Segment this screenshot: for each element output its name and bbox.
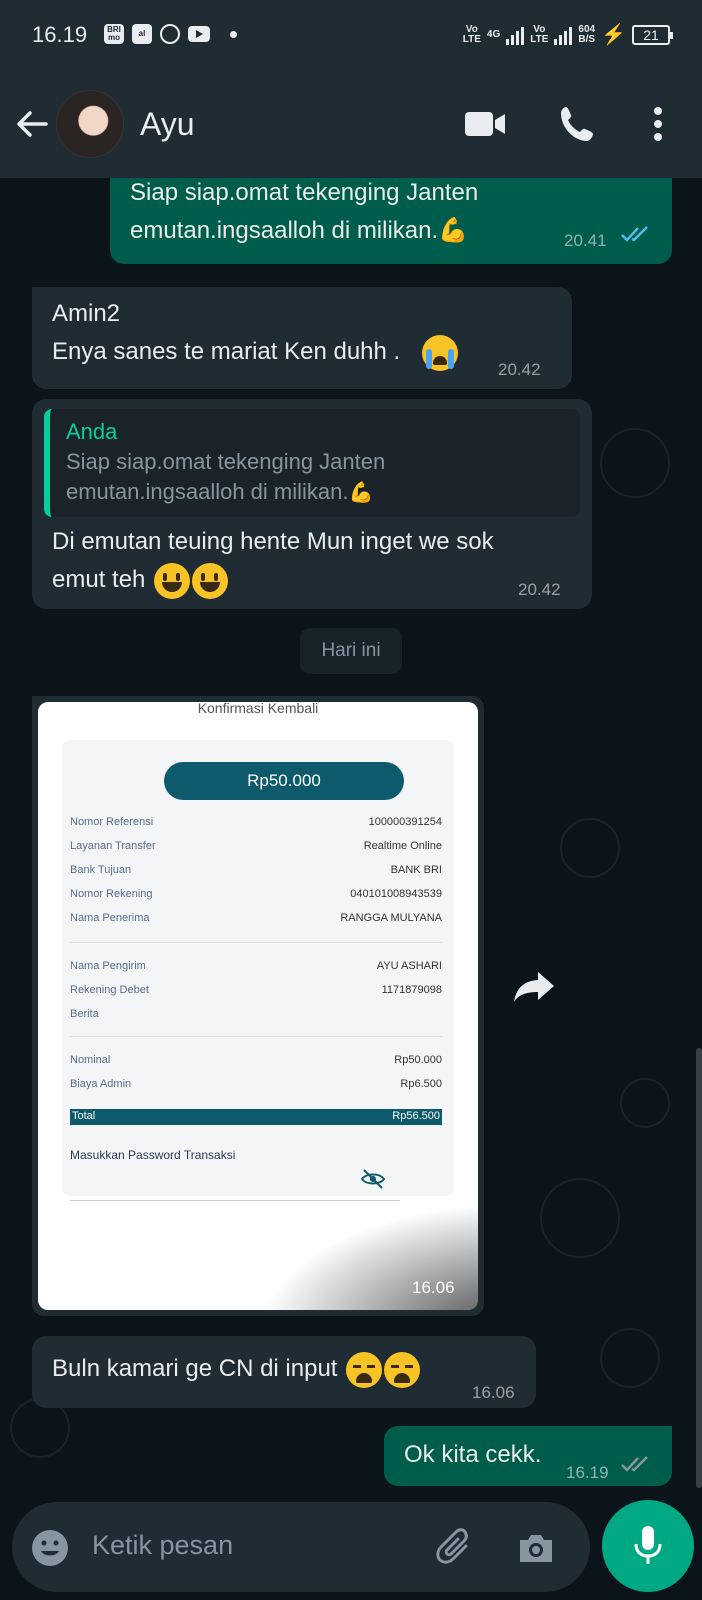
flexed-biceps-emoji-icon: 💪 — [348, 482, 374, 504]
youtube-icon — [188, 26, 210, 42]
volte-2-indicator: Vo LTE — [530, 23, 549, 45]
password-label: Masukkan Password Transaksi — [70, 1148, 236, 1162]
message-text: Buln kamari ge CN di input — [52, 1350, 516, 1388]
network-type-indicator: 4G — [486, 28, 501, 40]
message-list[interactable]: Siap siap.omat tekenging Janten emutan.in… — [0, 178, 702, 1500]
receipt-row: Bank Tujuan BANK BRI — [70, 864, 442, 876]
brimo-icon: BRI mo — [104, 24, 124, 44]
wallpaper-doodle — [600, 428, 670, 498]
charging-icon: ⚡ — [601, 24, 626, 46]
hide-password-icon — [360, 1169, 386, 1189]
whatsapp-icon — [160, 24, 180, 44]
grinning-face-emoji-icon — [154, 562, 191, 599]
receipt-row: Berita — [70, 1008, 99, 1020]
receipt-row: Layanan Transfer Realtime Online — [70, 840, 442, 852]
quoted-author: Anda — [66, 419, 118, 444]
divider — [70, 1036, 442, 1037]
message-time: 16.19 — [566, 1463, 609, 1482]
weary-face-emoji-icon — [384, 1351, 421, 1388]
voice-call-icon[interactable] — [558, 104, 598, 144]
contact-name[interactable]: Ayu — [140, 106, 195, 143]
incoming-message[interactable]: Amin2 Enya sanes te mariat Ken duhh . 20.… — [32, 287, 572, 389]
chat-header: Ayu — [0, 72, 702, 178]
signal-1-icon — [506, 25, 525, 45]
message-input-bar: Ketik pesan — [12, 1502, 590, 1592]
message-input[interactable]: Ketik pesan — [92, 1530, 233, 1561]
microphone-icon — [634, 1526, 662, 1564]
receipt-row: Nominal Rp50.000 — [70, 1054, 442, 1066]
divider — [70, 942, 442, 943]
receipt-amount: Rp50.000 — [164, 762, 404, 800]
receipt-row: Nama Pengirim AYU ASHARI — [70, 960, 442, 972]
emoji-icon[interactable] — [30, 1528, 70, 1568]
outgoing-message[interactable]: Ok kita cekk. 16.19 — [384, 1426, 672, 1486]
video-call-icon[interactable] — [464, 108, 506, 140]
quoted-message[interactable]: Anda Siap siap.omat tekenging Janten emut… — [44, 409, 580, 517]
receipt-row: Nomor Referensi 100000391254 — [70, 816, 442, 828]
receipt-total-row: Total Rp56.500 — [70, 1109, 442, 1125]
contact-avatar[interactable] — [56, 90, 124, 158]
signal-2-icon — [554, 25, 573, 45]
battery-icon: 21 — [632, 24, 673, 45]
message-text: Ok kita cekk. — [404, 1441, 542, 1468]
volte-1-indicator: Vo LTE — [462, 23, 481, 45]
back-arrow-icon[interactable] — [14, 106, 50, 142]
incoming-image-message[interactable]: Konfirmasi Kembali Rp50.000 Nomor Refere… — [32, 696, 484, 1316]
receipt-row: Rekening Debet 1171879098 — [70, 984, 442, 996]
quoted-text: Siap siap.omat tekenging Janten emutan.in… — [66, 447, 564, 508]
system-icons: Vo LTE 4G Vo LTE 604 B/S ⚡ 21 — [462, 22, 673, 47]
password-underline — [70, 1200, 400, 1201]
message-time: 16.06 — [412, 1278, 455, 1297]
net-speed: 604 B/S — [578, 23, 596, 45]
receipt-row: Nama Penerima RANGGA MULYANA — [70, 912, 442, 924]
message-time: 20.41 — [564, 231, 607, 250]
wallpaper-doodle — [560, 818, 620, 878]
wallpaper-doodle — [600, 1328, 660, 1388]
al-app-icon: al — [132, 24, 152, 44]
receipt-row: Nomor Rekening 040101008943539 — [70, 888, 442, 900]
attachment-icon[interactable] — [436, 1526, 476, 1570]
voice-record-button[interactable] — [602, 1500, 694, 1592]
reply-message[interactable]: Anda Siap siap.omat tekenging Janten emut… — [32, 399, 592, 609]
receipt-row: Biaya Admin Rp6.500 — [70, 1078, 442, 1090]
message-time: 20.42 — [518, 580, 561, 599]
notification-icons: BRI mo al — [104, 24, 237, 44]
message-time: 20.42 — [498, 360, 541, 379]
message-time: 16.06 — [472, 1383, 515, 1402]
receipt-title: Konfirmasi Kembali — [197, 702, 319, 716]
incoming-message[interactable]: Buln kamari ge CN di input 16.06 — [32, 1336, 536, 1408]
camera-icon[interactable] — [516, 1528, 556, 1568]
more-options-icon[interactable] — [646, 104, 670, 144]
status-bar: 16.19 BRI mo al Vo LTE 4G Vo LTE 604 B/S ⚡ 2… — [0, 0, 702, 72]
wallpaper-doodle — [540, 1178, 620, 1258]
status-time: 16.19 — [32, 22, 88, 47]
flexed-biceps-emoji-icon: 💪 — [438, 217, 469, 244]
outgoing-message[interactable]: Siap siap.omat tekenging Janten emutan.in… — [110, 178, 672, 264]
read-receipt-icon — [621, 226, 648, 242]
weary-face-emoji-icon — [346, 1351, 383, 1388]
more-notifications-dot-icon — [230, 30, 237, 38]
transfer-receipt-image[interactable]: Konfirmasi Kembali Rp50.000 Nomor Refere… — [38, 702, 478, 1310]
grinning-face-emoji-icon — [192, 562, 229, 599]
scrollbar[interactable] — [696, 1048, 702, 1488]
forward-icon[interactable] — [512, 968, 556, 1004]
wallpaper-doodle — [620, 1078, 670, 1128]
date-divider: Hari ini — [300, 628, 402, 674]
message-text: Di emutan teuing hente Mun inget we sok e… — [44, 517, 580, 599]
delivered-receipt-icon — [621, 1456, 648, 1472]
message-text: Amin2 Enya sanes te mariat Ken duhh . — [52, 295, 552, 371]
crying-face-emoji-icon — [422, 334, 459, 371]
receipt-card: Rp50.000 Nomor Referensi 100000391254 Lay… — [62, 740, 454, 1201]
